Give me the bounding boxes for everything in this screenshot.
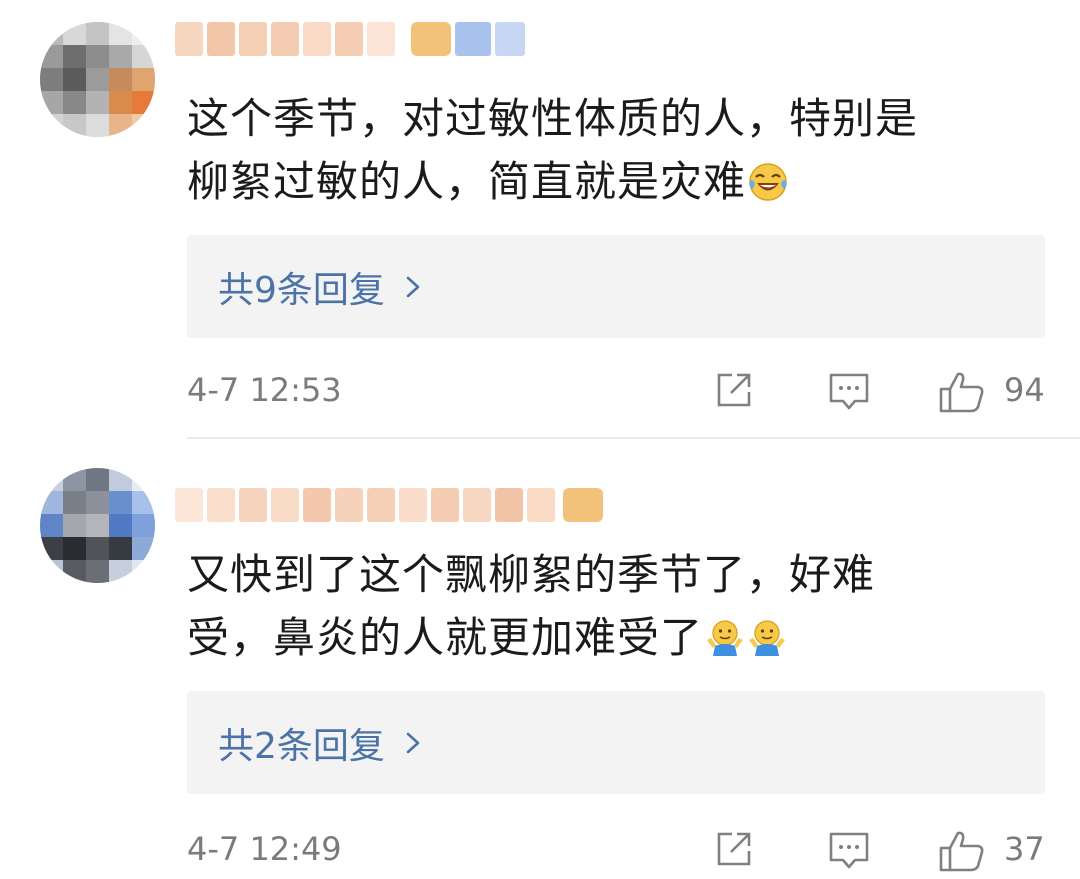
laughing-tears-emoji-icon — [749, 163, 787, 201]
avatar[interactable] — [40, 22, 155, 137]
replies-label: 共2条回复 — [218, 725, 385, 767]
vip-badge-icon — [563, 488, 603, 522]
username-blurred[interactable] — [175, 488, 603, 522]
like-count: 94 — [1004, 371, 1045, 409]
share-icon[interactable] — [714, 829, 754, 869]
comment-text: 这个季节，对过敏性体质的人，特别是 柳絮过敏的人，简直就是灾难 — [187, 87, 1007, 213]
comment-item: 这个季节，对过敏性体质的人，特别是 柳絮过敏的人，简直就是灾难 共9条回复 4-… — [0, 0, 1080, 437]
comment-text-line: 受，鼻炎的人就更加难受了 — [187, 613, 704, 662]
divider — [187, 437, 1080, 439]
replies-label: 共9条回复 — [218, 269, 385, 311]
timestamp: 4-7 12:49 — [187, 830, 342, 868]
like-icon[interactable] — [938, 370, 986, 414]
comment-text: 又快到了这个飘柳絮的季节了，好难 受，鼻炎的人就更加难受了 — [187, 543, 1007, 669]
username-blurred[interactable] — [175, 22, 525, 56]
timestamp: 4-7 12:53 — [187, 371, 342, 409]
like-count: 37 — [1004, 830, 1045, 868]
shrug-emoji-icon — [707, 620, 744, 656]
comment-icon[interactable] — [828, 829, 870, 871]
comment-meta: 4-7 12:49 37 — [0, 827, 1080, 873]
comment-text-line: 又快到了这个飘柳絮的季节了，好难 — [187, 550, 876, 599]
view-replies-button[interactable]: 共2条回复 — [187, 691, 1045, 794]
chevron-right-icon — [406, 276, 420, 297]
comment-meta: 4-7 12:53 94 — [0, 368, 1080, 414]
vip-badge-icon — [411, 22, 451, 56]
like-icon[interactable] — [938, 829, 986, 873]
comment-text-line: 柳絮过敏的人，简直就是灾难 — [187, 157, 747, 206]
shrug-emoji-icon — [749, 620, 786, 656]
comment-icon[interactable] — [828, 370, 870, 412]
comment-item: 又快到了这个飘柳絮的季节了，好难 受，鼻炎的人就更加难受了 共2条回复 4-7 … — [0, 440, 1080, 879]
share-icon[interactable] — [714, 370, 754, 410]
chevron-right-icon — [406, 732, 420, 753]
comment-text-line: 这个季节，对过敏性体质的人，特别是 — [187, 94, 919, 143]
view-replies-button[interactable]: 共9条回复 — [187, 235, 1045, 338]
avatar[interactable] — [40, 468, 155, 583]
